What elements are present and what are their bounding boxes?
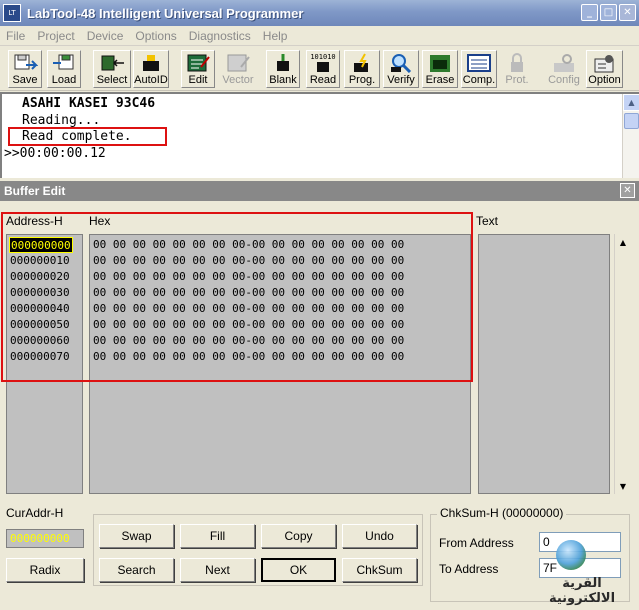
checksum-legend: ChkSum-H (00000000) bbox=[437, 506, 567, 520]
watermark-text: القرية الالكترونية bbox=[548, 576, 616, 606]
buffer-edit-close-button[interactable]: ✕ bbox=[620, 183, 635, 198]
window-title: LabTool-48 Intelligent Universal Program… bbox=[27, 5, 304, 21]
verify-button[interactable]: Verify bbox=[383, 50, 419, 88]
verify-label: Verify bbox=[387, 74, 415, 86]
title-bar: LT LabTool-48 Intelligent Universal Prog… bbox=[0, 0, 639, 26]
curaddr-label: CurAddr-H bbox=[6, 506, 64, 520]
save-label: Save bbox=[12, 74, 38, 86]
select-label: Select bbox=[96, 74, 128, 86]
text-column-header: Text bbox=[476, 214, 499, 228]
menu-project[interactable]: Project bbox=[31, 29, 80, 43]
autoid-label: AutoID bbox=[134, 74, 168, 86]
config-label: Config bbox=[548, 74, 580, 86]
vector-icon bbox=[225, 53, 251, 73]
fill-button[interactable]: Fill bbox=[180, 524, 255, 548]
buffer-edit-title-bar: Buffer Edit ✕ bbox=[0, 181, 639, 201]
compare-label: Comp. bbox=[462, 74, 496, 86]
buffer-edit-title: Buffer Edit bbox=[4, 184, 66, 198]
minimize-button[interactable]: _ bbox=[581, 4, 598, 21]
scroll-up-arrow-icon[interactable]: ▲ bbox=[615, 234, 631, 250]
compare-icon bbox=[466, 53, 492, 73]
menu-device[interactable]: Device bbox=[81, 29, 130, 43]
read-complete-highlight bbox=[8, 127, 167, 146]
window-controls: _ □ ✕ bbox=[581, 4, 636, 21]
read-label: Read bbox=[309, 74, 337, 86]
autoid-button[interactable]: AutoID bbox=[133, 50, 169, 88]
globe-icon bbox=[556, 540, 586, 570]
read-button[interactable]: 101010 Read bbox=[306, 50, 340, 88]
select-icon bbox=[99, 53, 125, 73]
radix-button[interactable]: Radix bbox=[6, 558, 84, 582]
load-button[interactable]: Load bbox=[47, 50, 81, 88]
from-address-label: From Address bbox=[439, 536, 514, 550]
chksum-button[interactable]: ChkSum bbox=[342, 558, 417, 582]
program-button[interactable]: Prog. bbox=[344, 50, 380, 88]
log-line-device: ASAHI KASEI 93C46 bbox=[22, 96, 156, 111]
menu-help[interactable]: Help bbox=[257, 29, 294, 43]
log-line-reading: Reading... bbox=[22, 113, 101, 128]
compare-button[interactable]: Comp. bbox=[461, 50, 497, 88]
undo-button[interactable]: Undo bbox=[342, 524, 417, 548]
protect-button[interactable]: Prot. bbox=[500, 50, 534, 88]
scroll-up-arrow-icon[interactable]: ▲ bbox=[623, 94, 639, 111]
read-icon: 101010 bbox=[310, 53, 336, 73]
close-button[interactable]: ✕ bbox=[619, 4, 636, 21]
edit-icon bbox=[185, 53, 211, 73]
menu-options[interactable]: Options bbox=[129, 29, 182, 43]
blank-label: Blank bbox=[269, 74, 297, 86]
watermark-logo: القرية الالكترونية bbox=[530, 538, 634, 606]
curaddr-value: 000000000 bbox=[6, 529, 84, 548]
config-icon bbox=[551, 53, 577, 73]
hex-data-highlight bbox=[1, 212, 473, 382]
edit-button[interactable]: Edit bbox=[181, 50, 215, 88]
log-line-elapsed-time: >>00:00:00.12 bbox=[4, 146, 106, 161]
load-icon bbox=[51, 53, 77, 73]
search-button[interactable]: Search bbox=[99, 558, 174, 582]
read-icon-text: 101010 bbox=[310, 53, 336, 61]
erase-icon bbox=[427, 53, 453, 73]
program-icon bbox=[349, 53, 375, 73]
blank-button[interactable]: Blank bbox=[266, 50, 300, 88]
save-button[interactable]: Save bbox=[8, 50, 42, 88]
next-button[interactable]: Next bbox=[180, 558, 255, 582]
protect-label: Prot. bbox=[505, 74, 529, 86]
vector-button[interactable]: Vector bbox=[219, 50, 257, 88]
autoid-icon bbox=[138, 53, 164, 73]
save-icon bbox=[12, 53, 39, 73]
menu-diagnostics[interactable]: Diagnostics bbox=[183, 29, 257, 43]
labtool-app-icon[interactable]: LT bbox=[3, 4, 21, 22]
scroll-down-arrow-icon[interactable]: ▼ bbox=[615, 478, 631, 494]
log-output[interactable]: ASAHI KASEI 93C46 Reading... Read comple… bbox=[0, 92, 639, 178]
maximize-button[interactable]: □ bbox=[600, 4, 617, 21]
config-button[interactable]: Config bbox=[546, 50, 582, 88]
log-scrollbar-thumb[interactable] bbox=[624, 113, 639, 129]
copy-button[interactable]: Copy bbox=[261, 524, 336, 548]
program-label: Prog. bbox=[348, 74, 376, 86]
blank-icon bbox=[270, 53, 296, 73]
log-scrollbar[interactable]: ▲ bbox=[622, 94, 639, 178]
menu-file[interactable]: File bbox=[0, 29, 31, 43]
protect-icon bbox=[504, 53, 530, 73]
edit-label: Edit bbox=[188, 74, 208, 86]
menu-bar: File Project Device Options Diagnostics … bbox=[0, 26, 639, 46]
select-button[interactable]: Select bbox=[93, 50, 131, 88]
option-icon bbox=[592, 53, 618, 73]
toolbar: Save Load Select AutoID Edit Vector Blan… bbox=[0, 47, 639, 91]
erase-label: Erase bbox=[425, 74, 455, 86]
option-label: Option bbox=[588, 74, 621, 86]
load-label: Load bbox=[51, 74, 77, 86]
ok-button[interactable]: OK bbox=[261, 558, 336, 582]
swap-button[interactable]: Swap bbox=[99, 524, 174, 548]
erase-button[interactable]: Erase bbox=[422, 50, 458, 88]
text-column[interactable] bbox=[478, 234, 610, 494]
verify-icon bbox=[388, 53, 414, 74]
vector-label: Vector bbox=[222, 74, 254, 86]
option-button[interactable]: Option bbox=[586, 50, 623, 88]
to-address-label: To Address bbox=[439, 562, 499, 576]
buffer-scrollbar[interactable]: ▲ ▼ bbox=[614, 234, 631, 494]
